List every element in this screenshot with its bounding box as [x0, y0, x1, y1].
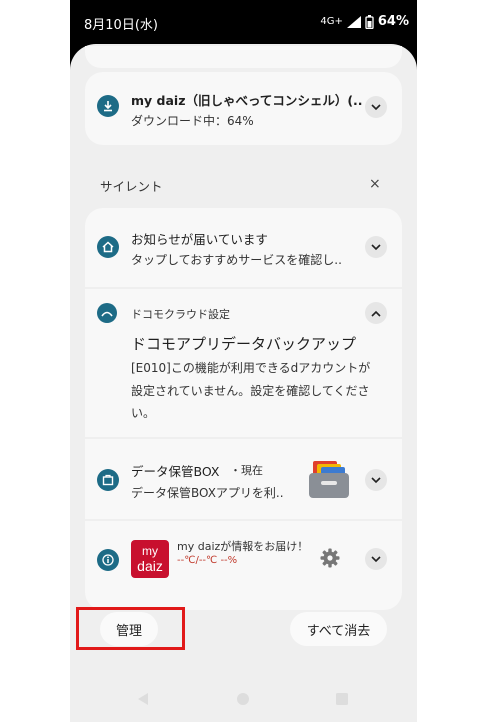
expand-chevron-icon[interactable]	[365, 469, 387, 491]
battery-percent: 64%	[377, 14, 409, 29]
data-box-body: データ保管BOXアプリを利..	[131, 486, 284, 500]
data-box-time: ・現在	[230, 464, 263, 477]
silent-section-label: サイレント	[100, 179, 163, 194]
expand-chevron-icon[interactable]	[365, 236, 387, 258]
home-icon	[97, 236, 119, 258]
expand-chevron-icon[interactable]	[365, 548, 387, 570]
mydaiz-logo-bottom: daiz	[137, 558, 163, 574]
download-body: ダウンロード中：64%	[131, 114, 254, 128]
mydaiz-notification[interactable]: my daiz my daizが情報をお届け！ --℃/--℃ --%	[85, 521, 402, 603]
mydaiz-logo-top: my	[142, 544, 158, 558]
docomo-body-line: い。	[131, 406, 156, 420]
download-notification[interactable]: my daiz（旧しゃべってコンシェル）(.. ダウンロード中：64%	[85, 72, 402, 145]
home-nav-icon[interactable]	[236, 692, 250, 706]
mydaiz-logo: my daiz	[131, 540, 169, 578]
expand-chevron-icon[interactable]	[365, 96, 387, 118]
data-box-folder-image	[307, 459, 351, 499]
battery-icon	[365, 14, 374, 29]
download-icon	[97, 95, 119, 117]
recents-icon[interactable]	[336, 693, 348, 705]
mydaiz-title: my daizが情報をお届け！	[177, 540, 309, 553]
network-label: 4G+	[320, 16, 343, 27]
info-icon	[97, 549, 119, 571]
clear-all-button[interactable]: すべて消去	[290, 612, 387, 646]
status-indicators: 4G+ 64%	[320, 14, 409, 29]
cloud-icon	[97, 303, 117, 323]
docomo-body-line: 設定されていません。設定を確認してくださ	[131, 384, 370, 398]
mydaiz-temps: --℃/--℃ --%	[177, 555, 238, 566]
download-title: my daiz（旧しゃべってコンシェル）(..	[131, 93, 363, 108]
navigation-bar	[70, 680, 417, 722]
back-icon[interactable]	[137, 692, 149, 706]
oshirase-notification[interactable]: お知らせが届いています タップしておすすめサービスを確認し..	[85, 208, 402, 286]
settings-gear-icon[interactable]	[319, 547, 341, 569]
oshirase-body: タップしておすすめサービスを確認し..	[131, 253, 342, 267]
docomo-app-name: ドコモクラウド設定	[131, 308, 230, 321]
docomo-title: ドコモアプリデータバックアップ	[131, 335, 357, 353]
previous-card-edge	[85, 46, 402, 68]
highlight-box	[76, 607, 185, 650]
docomo-body-line: [E010]この機能が利用できるdアカウントが	[131, 361, 371, 375]
data-box-app-icon	[97, 469, 119, 491]
collapse-chevron-icon[interactable]	[365, 302, 387, 324]
status-date: 8月10日(水)	[84, 18, 158, 33]
docomo-cloud-notification[interactable]: ドコモクラウド設定 ドコモアプリデータバックアップ [E010]この機能が利用で…	[85, 289, 402, 437]
signal-icon	[346, 15, 361, 28]
oshirase-title: お知らせが届いています	[131, 232, 268, 247]
data-box-notification[interactable]: データ保管BOX ・現在 データ保管BOXアプリを利..	[85, 439, 402, 519]
data-box-title: データ保管BOX	[131, 464, 220, 479]
silent-close-icon[interactable]: ×	[369, 176, 381, 192]
